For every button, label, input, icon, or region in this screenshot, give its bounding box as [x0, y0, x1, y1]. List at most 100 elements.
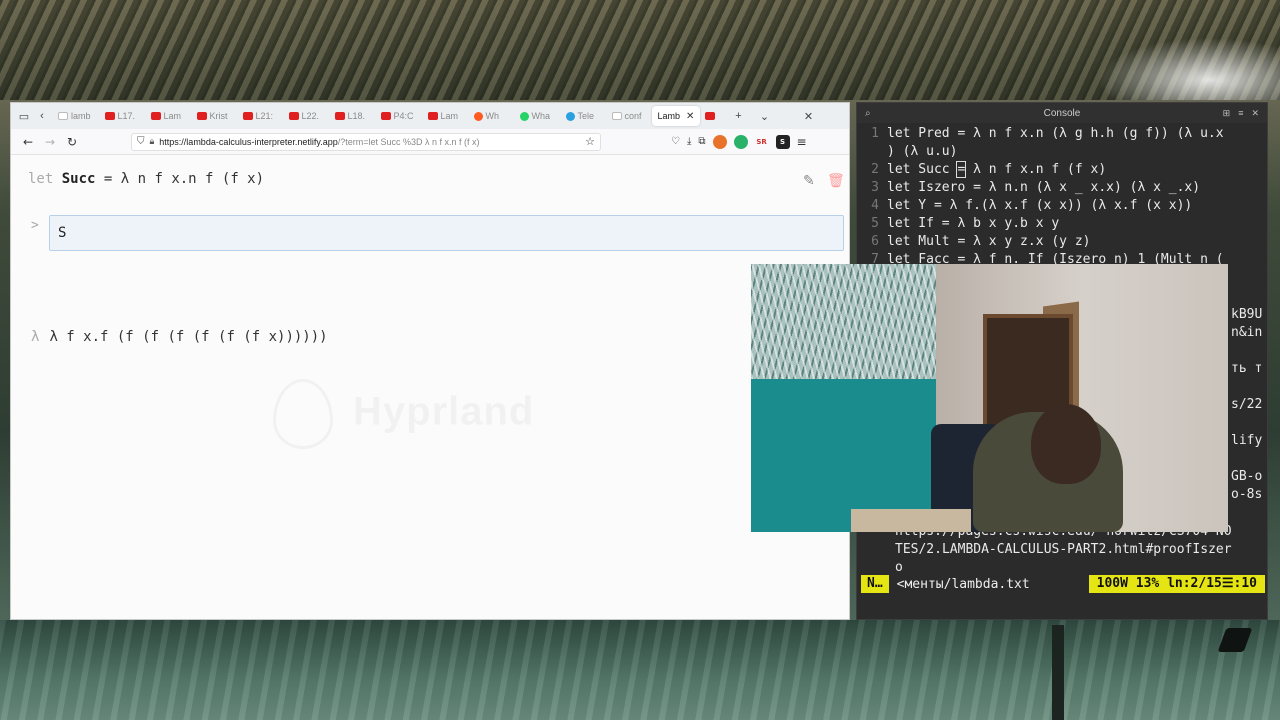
shield-icon[interactable]: ⛉	[137, 136, 145, 147]
url-path: /?term=let Succ %3D λ n f x.n f (f x)	[337, 136, 480, 147]
tab-label: Lam	[163, 111, 182, 121]
tab[interactable]: Lam	[145, 106, 189, 126]
reload-icon[interactable]: ↻	[61, 131, 83, 153]
definition-keyword: let	[28, 171, 54, 187]
terminal-title: Console	[1043, 107, 1081, 119]
editor-line: 5 let If = λ b x y.b x y	[857, 215, 1267, 233]
tab[interactable]: Lamb ✕	[651, 106, 701, 126]
new-tab-icon[interactable]: ⊞	[1223, 108, 1231, 119]
line-text: let Mult = λ x y z.x (y z)	[887, 234, 1091, 249]
extensions-icon[interactable]: ⧉	[698, 136, 705, 147]
tab-label: L21:	[255, 111, 274, 121]
yt-favicon-icon	[427, 112, 438, 120]
tab[interactable]: lamb	[52, 106, 97, 126]
tab[interactable]: conf	[606, 106, 650, 126]
extension-sr-icon[interactable]: SR	[755, 135, 769, 149]
webcam-overlay	[751, 264, 1228, 532]
tab-label: Lamb	[657, 111, 681, 121]
page-content: Hyprland let Succ = λ n f x.n f (f x) ✎ …	[11, 155, 849, 619]
editor-line-fragment: o-8s	[1231, 487, 1263, 502]
extension-s-icon[interactable]: S	[775, 134, 790, 149]
close-icon[interactable]: ✕	[1251, 108, 1259, 119]
tab-scroll-left-icon[interactable]: ‹	[33, 107, 51, 125]
tab[interactable]: Wh	[468, 106, 512, 126]
yt-favicon-icon	[380, 112, 391, 120]
youtube-icon	[705, 112, 716, 120]
line-number: 3	[871, 180, 879, 195]
download-icon[interactable]: ⤓	[687, 136, 691, 147]
line-text: let Y = λ f.(λ x.f (x x)) (λ x.f (x x))	[887, 198, 1193, 213]
editor-line: 4 let Y = λ f.(λ x.f (x x)) (λ x.f (x x))	[857, 197, 1267, 215]
term-input[interactable]: S	[49, 215, 844, 251]
tab[interactable]: Krist	[191, 106, 235, 126]
yt-favicon-icon	[242, 112, 253, 120]
menu-icon[interactable]: ≡	[1238, 108, 1243, 119]
yt-favicon-icon	[104, 112, 115, 120]
tab-label: Wha	[531, 111, 551, 121]
back-icon[interactable]: ←	[17, 131, 39, 153]
editor-line: 6 let Mult = λ x y z.x (y z)	[857, 233, 1267, 251]
lock-icon[interactable]: 🔒︎	[150, 136, 155, 147]
tab[interactable]: L21:	[237, 106, 281, 126]
vim-position: 100W 13% ln:2/15☰:10	[1088, 575, 1265, 593]
vim-mode: N…	[861, 575, 889, 593]
editor-buffer[interactable]: 1 let Pred = λ n f x.n (λ g h.h (g f)) (λ…	[857, 125, 1267, 269]
extension-orange-icon[interactable]	[712, 134, 727, 149]
tab[interactable]: L17.	[99, 106, 143, 126]
tab-list-chevron-icon[interactable]: ⌄	[755, 107, 773, 125]
bookmark-star-icon[interactable]: ☆	[585, 135, 595, 148]
extension-green-icon[interactable]	[733, 134, 748, 149]
result-line: λ λ f x.f (f (f (f (f (f (f x))))))	[31, 329, 328, 345]
line-number: 6	[871, 234, 879, 249]
edit-icon[interactable]: ✎	[803, 173, 815, 189]
tab-label: Wh	[485, 111, 500, 121]
yt-favicon-icon	[196, 112, 207, 120]
webcam-wallpaper	[751, 264, 936, 379]
line-number: 1	[871, 126, 879, 141]
editor-url-line: TES/2.LAMBDA-CALCULUS-PART2.html#proofIs…	[895, 542, 1232, 557]
webcam-head	[1031, 404, 1101, 484]
tab[interactable]: L18.	[329, 106, 373, 126]
editor-line: ) (λ u.u)	[857, 143, 1267, 161]
close-window-icon[interactable]: ✕	[799, 107, 817, 125]
tab-red[interactable]	[702, 106, 718, 126]
tab[interactable]: P4:C	[375, 106, 420, 126]
pocket-icon[interactable]: ♡	[671, 136, 680, 147]
line-text: let Succ = λ n f x.n f (f x)	[887, 161, 1107, 178]
tab[interactable]: Tele	[560, 106, 604, 126]
tab-label: L18.	[347, 111, 366, 121]
tab-label: lamb	[71, 111, 91, 121]
tab[interactable]: Lam	[422, 106, 466, 126]
prompt-symbol: >	[31, 218, 39, 233]
new-tab-icon[interactable]: +	[729, 107, 747, 125]
tab-label: conf	[624, 111, 642, 121]
browser-window: ▭ ‹ lamb L17. Lam Krist L21: L22. L18. P4:C Lam W…	[10, 102, 850, 620]
tab[interactable]: L22.	[283, 106, 327, 126]
editor-line-fragment: GB-o	[1231, 469, 1263, 484]
menu-icon[interactable]: ≡	[797, 135, 807, 149]
tab[interactable]: Wha	[514, 106, 558, 126]
tab-label: P4:C	[393, 111, 414, 121]
g-favicon-icon	[58, 112, 68, 120]
line-number	[857, 143, 887, 161]
forward-icon[interactable]: →	[39, 131, 61, 153]
definition-name: Succ	[61, 171, 96, 187]
url-bar[interactable]: ⛉ 🔒︎ https://lambda-calculus-interpreter…	[131, 132, 601, 151]
desktop-wallpaper-bottom	[0, 620, 1280, 720]
line-text: ) (λ u.u)	[887, 144, 958, 159]
search-icon[interactable]: ⌕	[865, 108, 871, 119]
vim-statusline: N… <менты/lambda.txt 100W 13% ln:2/15☰:1…	[861, 575, 1265, 593]
reddit-favicon-icon	[473, 111, 483, 121]
tab-close-icon[interactable]: ✕	[686, 111, 694, 122]
editor-line-fragment: lify	[1231, 433, 1263, 448]
editor-line-fragment: n&in	[1231, 325, 1263, 340]
result-value: λ f x.f (f (f (f (f (f (f x))))))	[49, 329, 328, 345]
desktop-wallpaper-top	[0, 0, 1280, 100]
delete-icon[interactable]: 🗑︎	[827, 173, 845, 189]
webcam-desk	[851, 509, 971, 532]
tab-overview-icon[interactable]: ▭	[15, 107, 33, 125]
line-text: let Iszero = λ n.n (λ x _ x.x) (λ x _.x)	[887, 180, 1201, 195]
editor-line-fragment: kB9U	[1231, 307, 1263, 322]
editor-line-fragment: ть т	[1231, 361, 1263, 376]
vim-filename: <менты/lambda.txt	[896, 576, 1030, 592]
